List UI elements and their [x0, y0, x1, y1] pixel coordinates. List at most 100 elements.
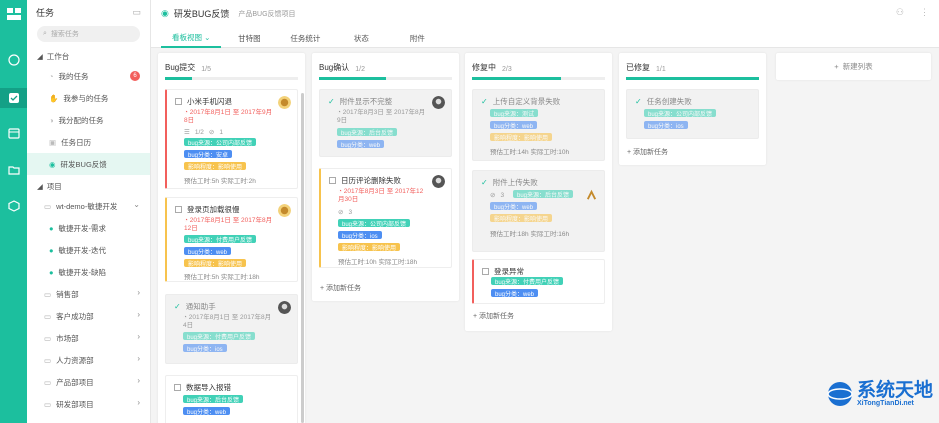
project-item[interactable]: ▭ 市场部 ›	[27, 327, 150, 349]
attachment-icon: ⊘	[490, 192, 496, 199]
task-card[interactable]: 登录页加载很慢 ◔ 2017年8月1日 至 2017年8月12日 bug来源：付…	[165, 197, 298, 282]
impact-tag: 影响程度：影响使用	[490, 214, 553, 223]
plus-icon: +	[834, 62, 839, 71]
column-count: 1/2	[355, 66, 365, 73]
more-icon[interactable]: ⋮	[920, 7, 929, 18]
project-icon: ◉	[161, 8, 169, 18]
column-scrollbar[interactable]	[301, 93, 304, 423]
category-tag: bug分类：web	[184, 247, 232, 256]
chat-icon[interactable]	[0, 50, 27, 70]
user-icon: ◑	[49, 115, 54, 125]
task-meta: ⊘ 3	[490, 191, 505, 200]
sidebar-item-label: 研发BUG反馈	[60, 159, 107, 169]
category-tag: bug分类：web	[337, 140, 385, 149]
column-title: 已修复	[626, 63, 650, 72]
assignee-avatar[interactable]	[278, 96, 291, 109]
task-checkbox[interactable]	[175, 98, 182, 105]
tab-gantt[interactable]: 甘特图	[221, 28, 277, 48]
task-card[interactable]: 小米手机闪退 ◔ 2017年8月1日 至 2017年9月8日 ☰ 1/2 ⊘ 1 bu…	[165, 89, 298, 189]
chevron-down-icon: ⌄	[202, 32, 211, 42]
check-icon[interactable]: ✓	[328, 97, 335, 106]
view-tabs: 看板视图 ⌄ 甘特图 任务统计 状态 附件	[161, 28, 445, 48]
task-card[interactable]: ✓ 通知助手 ◔ 2017年8月1日 至 2017年8月4日 bug来源：付费用户…	[165, 294, 298, 364]
chevron-down-icon[interactable]: ⌄	[133, 200, 140, 209]
sidebar-item-bug-feedback[interactable]: ◉ 研发BUG反馈	[27, 153, 150, 175]
inbox-icon[interactable]: ▭	[132, 7, 141, 18]
task-card[interactable]: ✓ 附件上传失败 ⊘ 3 bug来源：后台反馈 bug分类：web 影响程度：影响使…	[472, 170, 605, 252]
task-title: 数据导入报错	[186, 383, 231, 392]
chevron-right-icon[interactable]: ›	[137, 332, 140, 341]
add-task-button[interactable]: + 添加新任务	[627, 147, 668, 157]
task-card[interactable]: 日历评论删除失败 ◔ 2017年8月3日 至 2017年12月30日 ⊘ 3 bu…	[319, 168, 452, 268]
column-bug-submit: Bug提交 1/5 小米手机闪退 ◔ 2017年8月1日 至 2017年9月8日 …	[158, 53, 305, 423]
tab-status[interactable]: 状态	[333, 28, 389, 48]
task-date: ◔ 2017年8月1日 至 2017年8月12日	[184, 217, 274, 233]
member-icon[interactable]: ⚇	[896, 7, 904, 18]
project-item[interactable]: ● 敏捷开发-缺陷	[27, 261, 150, 283]
tab-attachments[interactable]: 附件	[389, 28, 445, 48]
task-icon[interactable]	[0, 88, 27, 108]
projects-label: 项目	[46, 182, 62, 191]
project-item[interactable]: ● 敏捷开发-需求	[27, 217, 150, 239]
add-task-label: 添加新任务	[326, 285, 362, 292]
chevron-right-icon[interactable]: ›	[137, 354, 140, 363]
folder-icon[interactable]	[0, 160, 27, 180]
tab-stats[interactable]: 任务统计	[277, 28, 333, 48]
apps-icon[interactable]	[0, 4, 27, 24]
project-item[interactable]: ▭ 人力资源部 ›	[27, 349, 150, 371]
search-input[interactable]: ⌕ 搜索任务	[37, 26, 140, 42]
add-task-button[interactable]: + 添加新任务	[320, 283, 361, 293]
check-icon[interactable]: ✓	[635, 97, 642, 106]
task-checkbox[interactable]	[329, 177, 336, 184]
check-icon[interactable]: ✓	[481, 178, 488, 187]
assignee-avatar[interactable]	[278, 204, 291, 217]
projects-group[interactable]: ◢ 项目	[27, 178, 150, 195]
task-estimate: 预估工时:5h 实际工时:2h	[184, 178, 256, 185]
check-icon[interactable]: ✓	[174, 302, 181, 311]
task-checkbox[interactable]	[175, 206, 182, 213]
calendar-icon[interactable]	[0, 123, 27, 143]
attachment-count: 3	[500, 191, 505, 199]
caret-down-icon: ◢	[37, 52, 43, 61]
chevron-right-icon[interactable]: ›	[137, 310, 140, 319]
sidebar-item-label: 我的任务	[58, 71, 89, 81]
task-card[interactable]: 数据导入报错 bug来源：后台反馈 bug分类：web	[165, 375, 298, 423]
sidebar-item-assigned[interactable]: ◑ 我分配的任务	[27, 109, 150, 131]
sidebar-item-participated[interactable]: ✋ 我参与的任务	[27, 87, 150, 109]
assignee-avatar[interactable]	[585, 189, 598, 202]
project-item[interactable]: ▭ 客户成功部 ›	[27, 305, 150, 327]
column-title: Bug确认	[319, 63, 350, 72]
source-tag: bug来源：付费用户反馈	[183, 332, 256, 341]
cube-icon[interactable]	[0, 196, 27, 216]
task-estimate: 预估工时:5h 实际工时:18h	[184, 274, 260, 281]
project-item[interactable]: ● 敏捷开发-迭代	[27, 239, 150, 261]
project-item[interactable]: ▭ 销售部 ›	[27, 283, 150, 305]
task-card[interactable]: ✓ 附件显示不完整 ◔ 2017年8月3日 至 2017年8月9日 bug来源：后…	[319, 89, 452, 157]
task-card[interactable]: ✓ 上传自定义背景失败 bug来源：测试 bug分类：web 影响程度：影响使用 …	[472, 89, 605, 161]
sidebar-item-calendar[interactable]: ▣ 任务日历	[27, 131, 150, 153]
check-icon[interactable]: ✓	[481, 97, 488, 106]
tab-kanban[interactable]: 看板视图 ⌄	[161, 28, 222, 48]
task-card[interactable]: ✓ 任务创建失败 bug来源：公司内部反馈 bug分类：ios	[626, 89, 759, 139]
task-title: 通知助手	[185, 302, 216, 311]
chat-small-icon: ◉	[49, 159, 56, 169]
workbench-group[interactable]: ◢ 工作台	[27, 48, 150, 65]
assignee-avatar[interactable]	[432, 96, 445, 109]
new-list-button[interactable]: + 新建列表	[776, 53, 931, 80]
chevron-right-icon[interactable]: ›	[137, 376, 140, 385]
project-item[interactable]: ▭ wt-demo-敏捷开发 ⌄	[27, 195, 150, 217]
assignee-avatar[interactable]	[432, 175, 445, 188]
project-item[interactable]: ▭ 研发部项目 ›	[27, 393, 150, 415]
task-card[interactable]: 登录异常 bug来源：付费用户反馈 bug分类：web	[472, 259, 605, 304]
task-checkbox[interactable]	[482, 268, 489, 275]
assignee-avatar[interactable]	[278, 301, 291, 314]
project-item[interactable]: ▭ 产品部项目 ›	[27, 371, 150, 393]
folder-small-icon: ▭	[44, 289, 52, 299]
chevron-right-icon[interactable]: ›	[137, 288, 140, 297]
task-meta: ⊘ 3	[338, 208, 352, 217]
chevron-right-icon[interactable]: ›	[137, 398, 140, 407]
task-checkbox[interactable]	[174, 384, 181, 391]
add-task-button[interactable]: + 添加新任务	[473, 311, 514, 321]
folder-small-icon: ▭	[44, 355, 52, 365]
sidebar-item-my-tasks[interactable]: ◔ 我的任务 6	[27, 65, 150, 87]
